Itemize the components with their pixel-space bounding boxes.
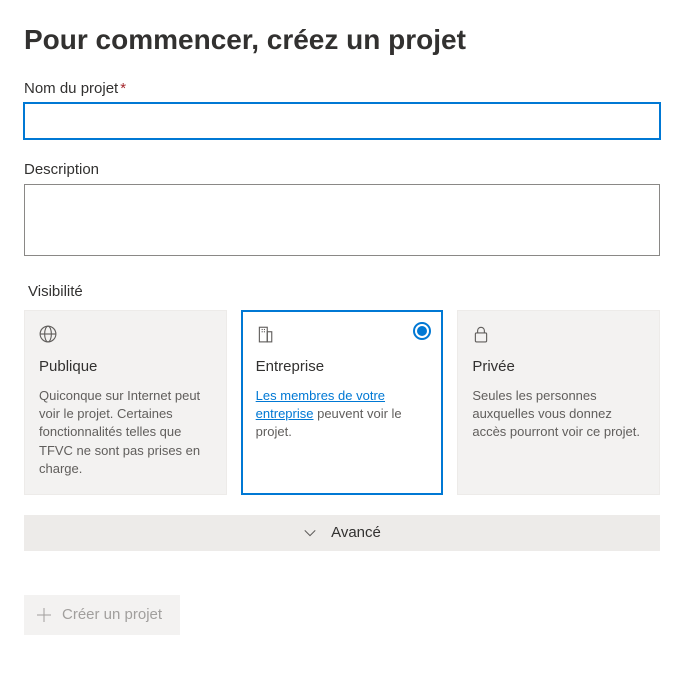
card-title: Publique: [39, 358, 212, 375]
visibility-label: Visibilité: [28, 283, 660, 300]
required-indicator: *: [120, 80, 126, 97]
card-description: Quiconque sur Internet peut voir le proj…: [39, 387, 212, 478]
create-project-button[interactable]: Créer un projet: [24, 595, 180, 635]
card-title: Privée: [472, 358, 645, 375]
advanced-label: Avancé: [331, 524, 381, 541]
globe-icon: [39, 325, 57, 343]
page-title: Pour commencer, créez un projet: [24, 24, 660, 56]
plus-icon: [36, 607, 52, 623]
radio-selected-icon: [413, 322, 431, 340]
lock-icon: [472, 325, 490, 343]
card-title: Entreprise: [256, 358, 429, 375]
description-input[interactable]: [24, 184, 660, 256]
advanced-toggle[interactable]: Avancé: [24, 515, 660, 551]
building-icon: [256, 325, 274, 343]
chevron-down-icon: [303, 526, 317, 540]
visibility-option-private[interactable]: Privée Seules les personnes auxquelles v…: [457, 310, 660, 495]
project-name-input[interactable]: [24, 103, 660, 139]
visibility-options: Publique Quiconque sur Internet peut voi…: [24, 310, 660, 495]
create-button-label: Créer un projet: [62, 606, 162, 623]
project-name-label: Nom du projet*: [24, 80, 660, 97]
visibility-option-public[interactable]: Publique Quiconque sur Internet peut voi…: [24, 310, 227, 495]
description-label: Description: [24, 161, 660, 178]
card-description: Seules les personnes auxquelles vous don…: [472, 387, 645, 442]
card-description: Les membres de votre entreprise peuvent …: [256, 387, 429, 442]
visibility-option-enterprise[interactable]: Entreprise Les membres de votre entrepri…: [241, 310, 444, 495]
